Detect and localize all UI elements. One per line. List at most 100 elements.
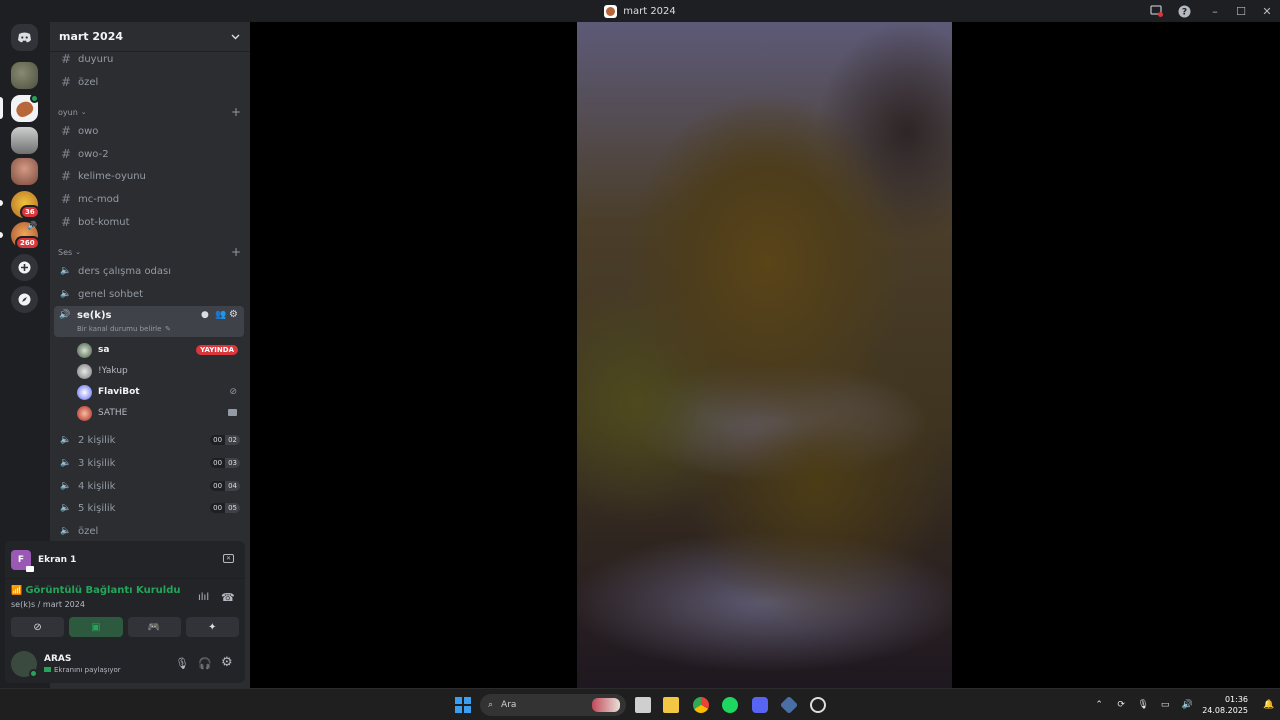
voice-channel-ozel[interactable]: 🔈 özel xyxy=(54,521,244,541)
discord-home-icon[interactable] xyxy=(11,24,38,51)
voice-user[interactable]: SATHE xyxy=(77,403,240,423)
system-tray: ⌃ ⟳ 🎙 ▭ 🔊 01:36 24.08.2025 🔔 xyxy=(1088,689,1280,720)
headphones-icon[interactable]: 🎧 xyxy=(198,657,212,670)
soundboard-icon: ✦ xyxy=(208,621,217,633)
invite-icon[interactable]: 👥 xyxy=(215,310,226,320)
server-header[interactable]: mart 2024 xyxy=(50,22,250,52)
hash-icon: # xyxy=(60,147,72,161)
server-icon[interactable] xyxy=(11,62,38,89)
voice-controls: ⊘ ▣ 🎮 ✦ xyxy=(11,617,239,637)
speaker-icon: 🔈 xyxy=(60,503,72,513)
discord-icon[interactable] xyxy=(752,697,768,713)
channel-owo-2[interactable]: # owo-2 xyxy=(54,144,244,164)
user-settings-icon[interactable]: ⚙ xyxy=(221,655,233,670)
channel-mc-mod[interactable]: # mc-mod xyxy=(54,189,244,209)
camera-off-button[interactable]: ⊘ xyxy=(11,617,65,637)
chrome-icon[interactable] xyxy=(693,697,709,713)
share-screen-button[interactable]: ▣ xyxy=(69,617,123,637)
activity-button[interactable]: 🎮 xyxy=(127,617,181,637)
inbox-icon[interactable] xyxy=(1146,0,1166,22)
category-ses[interactable]: Ses ⌄ + xyxy=(58,245,241,259)
close-icon[interactable]: ✕ xyxy=(1254,0,1280,22)
selected-indicator xyxy=(0,97,3,119)
hash-icon: # xyxy=(60,52,72,66)
windows-start-icon[interactable] xyxy=(455,697,471,713)
clock[interactable]: 01:36 24.08.2025 xyxy=(1202,694,1248,716)
stream-video[interactable] xyxy=(577,22,952,688)
voice-user[interactable]: FlaviBot ⊘ xyxy=(77,382,240,402)
connection-location[interactable]: se(k)s / mart 2024 xyxy=(11,600,85,609)
app-icon[interactable] xyxy=(810,697,826,713)
volume-icon[interactable]: 🔊 xyxy=(1176,700,1198,710)
server-icon[interactable] xyxy=(11,158,38,185)
task-view-icon[interactable] xyxy=(635,697,651,713)
user-limit: 00 02 xyxy=(210,435,240,445)
microphone-icon[interactable]: 🎙 xyxy=(1132,700,1154,710)
notification-icon[interactable]: 🔔 xyxy=(1258,700,1280,710)
hash-icon: # xyxy=(60,215,72,229)
channel-owo[interactable]: # owo xyxy=(54,121,244,141)
voice-channel-room[interactable]: 🔈 2 kişilik 00 02 xyxy=(54,430,244,450)
help-icon[interactable]: ? xyxy=(1174,0,1194,22)
mention-badge: 260 xyxy=(15,236,40,250)
speaker-icon: 🔊 xyxy=(59,310,71,320)
add-channel-icon[interactable]: + xyxy=(231,105,241,119)
voice-user[interactable]: sa YAYINDA xyxy=(77,340,240,360)
app-icon[interactable] xyxy=(779,695,799,715)
chevron-down-icon: ⌄ xyxy=(75,248,82,256)
channel-kelime-oyunu[interactable]: # kelime-oyunu xyxy=(54,166,244,186)
server-icon[interactable] xyxy=(11,127,38,154)
gear-icon[interactable]: ⚙ xyxy=(229,309,238,320)
microphone-icon[interactable]: 🎙 xyxy=(175,657,189,670)
chevron-up-icon[interactable]: ⌃ xyxy=(1088,700,1110,710)
voice-channel-active[interactable]: 🔊 se(k)s Bir kanal durumu belirle ✎ ● 👥 … xyxy=(54,306,244,337)
channel-duyuru[interactable]: # duyuru xyxy=(54,49,244,69)
mention-badge: 36 xyxy=(20,205,40,219)
explore-icon[interactable] xyxy=(11,286,38,313)
username: ARAS xyxy=(44,654,72,664)
file-explorer-icon[interactable] xyxy=(663,697,679,713)
connection-status[interactable]: 📶 Görüntülü Bağlantı Kuruldu xyxy=(11,585,180,596)
soundboard-button[interactable]: ✦ xyxy=(185,617,239,637)
voice-panel: F Ekran 1 ✕ 📶 Görüntülü Bağlantı Kuruldu… xyxy=(5,541,245,683)
user-limit: 00 04 xyxy=(210,481,240,491)
network-icon[interactable]: ▭ xyxy=(1154,700,1176,710)
title-bar: mart 2024 ? – ☐ ✕ xyxy=(0,0,1280,22)
voice-channel-ders[interactable]: 🔈 ders çalışma odası xyxy=(54,261,244,281)
avatar xyxy=(77,363,92,379)
svg-text:?: ? xyxy=(1181,7,1186,17)
channel-ozel[interactable]: # özel xyxy=(54,72,244,92)
voice-channel-genel-sohbet[interactable]: 🔈 genel sohbet xyxy=(54,284,244,304)
search-box[interactable]: ⌕ Ara xyxy=(480,694,626,716)
channel-bot-komut[interactable]: # bot-komut xyxy=(54,212,244,232)
noise-suppression-icon[interactable]: ılıl xyxy=(198,592,209,603)
speaker-icon: 🔈 xyxy=(60,435,72,445)
server-icon xyxy=(604,4,618,18)
minimize-icon[interactable]: – xyxy=(1202,0,1228,22)
voice-user[interactable]: !Yakup xyxy=(77,361,240,381)
avatar xyxy=(11,651,38,678)
voice-channel-room[interactable]: 🔈 4 kişilik 00 04 xyxy=(54,476,244,496)
server-name: mart 2024 xyxy=(59,30,124,43)
hash-icon: # xyxy=(60,192,72,206)
speaker-icon: 🔈 xyxy=(60,289,72,299)
sync-icon[interactable]: ⟳ xyxy=(1110,700,1132,710)
stream-title: Ekran 1 xyxy=(38,554,77,565)
add-server-icon[interactable] xyxy=(11,254,38,281)
chat-icon[interactable]: ● xyxy=(201,310,209,320)
user-area[interactable]: ARAS Ekranını paylaşıyor 🎙 🎧 ⚙ xyxy=(5,645,245,683)
stop-stream-icon[interactable]: ✕ xyxy=(223,554,234,563)
screen-share-row[interactable]: F Ekran 1 ✕ xyxy=(5,541,245,579)
live-badge[interactable]: YAYINDA xyxy=(196,345,238,355)
channel-status[interactable]: Bir kanal durumu belirle xyxy=(77,325,161,333)
spotify-icon[interactable] xyxy=(722,697,738,713)
speaker-icon: 🔈 xyxy=(60,481,72,491)
stream-stage[interactable] xyxy=(250,22,1280,688)
category-oyun[interactable]: oyun ⌄ + xyxy=(58,105,241,119)
voice-channel-room[interactable]: 🔈 3 kişilik 00 03 xyxy=(54,453,244,473)
voice-channel-room[interactable]: 🔈 5 kişilik 00 05 xyxy=(54,498,244,518)
chevron-down-icon xyxy=(231,34,240,39)
maximize-icon[interactable]: ☐ xyxy=(1228,0,1254,22)
disconnect-icon[interactable]: ☎ xyxy=(221,591,235,604)
add-channel-icon[interactable]: + xyxy=(231,245,241,259)
